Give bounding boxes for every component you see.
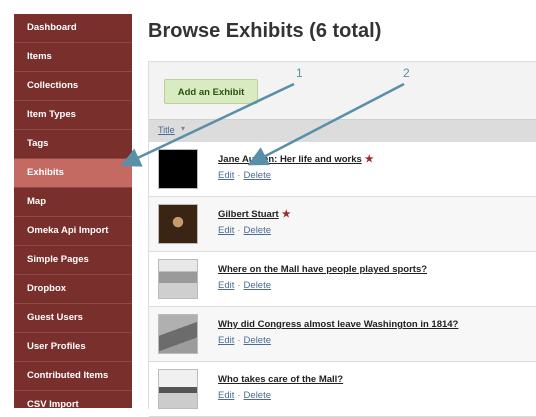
table-row: Gilbert Stuart ★ Edit · Delete — [149, 197, 536, 252]
exhibit-title[interactable]: Jane Austen: Her life and works — [218, 154, 362, 165]
exhibit-title-link[interactable]: Where on the Mall have people played spo… — [218, 264, 427, 275]
row-actions: Edit · Delete — [218, 335, 271, 346]
sidebar-item-contributed-items[interactable]: Contributed Items — [14, 362, 132, 391]
sidebar-item-tags[interactable]: Tags — [14, 130, 132, 159]
sidebar-item-csv-import[interactable]: CSV Import — [14, 391, 132, 408]
exhibit-title-link[interactable]: Why did Congress almost leave Washington… — [218, 319, 458, 330]
sidebar-item-guest-users[interactable]: Guest Users — [14, 304, 132, 333]
delete-link[interactable]: Delete — [244, 335, 271, 346]
edit-link[interactable]: Edit — [218, 170, 234, 181]
exhibits-panel: Add an Exhibit Title ▾ Jane Austen: Her … — [148, 61, 536, 417]
delete-link[interactable]: Delete — [244, 280, 271, 291]
exhibit-title[interactable]: Gilbert Stuart — [218, 209, 279, 220]
exhibit-thumbnail[interactable] — [158, 369, 198, 409]
exhibit-thumbnail[interactable] — [158, 149, 198, 189]
sidebar-item-item-types[interactable]: Item Types — [14, 101, 132, 130]
edit-link[interactable]: Edit — [218, 390, 234, 401]
exhibit-title[interactable]: Who takes care of the Mall? — [218, 374, 343, 385]
delete-link[interactable]: Delete — [244, 170, 271, 181]
row-actions: Edit · Delete — [218, 390, 271, 401]
table-row: Jane Austen: Her life and works ★ Edit · De… — [149, 142, 536, 197]
action-separator: · — [237, 390, 241, 401]
row-actions: Edit · Delete — [218, 225, 271, 236]
sidebar-item-omeka-api-import[interactable]: Omeka Api Import — [14, 217, 132, 246]
table-row: Who takes care of the Mall? Edit · Delete — [149, 362, 536, 417]
delete-link[interactable]: Delete — [244, 390, 271, 401]
sidebar-item-exhibits[interactable]: Exhibits — [14, 159, 132, 188]
exhibit-title-link[interactable]: Gilbert Stuart ★ — [218, 209, 291, 220]
table-row: Why did Congress almost leave Washington… — [149, 307, 536, 362]
sidebar-item-dashboard[interactable]: Dashboard — [14, 14, 132, 43]
edit-link[interactable]: Edit — [218, 225, 234, 236]
sidebar-item-map[interactable]: Map — [14, 188, 132, 217]
table-header: Title ▾ — [149, 119, 536, 142]
sidebar-item-simple-pages[interactable]: Simple Pages — [14, 246, 132, 275]
action-separator: · — [237, 280, 241, 291]
main-content: Browse Exhibits (6 total) Add an Exhibit… — [132, 0, 536, 417]
callout-label-2: 2 — [403, 66, 410, 80]
exhibit-list: Jane Austen: Her life and works ★ Edit · De… — [149, 142, 536, 417]
callout-label-1: 1 — [296, 66, 303, 80]
action-separator: · — [237, 225, 241, 236]
edit-link[interactable]: Edit — [218, 335, 234, 346]
exhibit-thumbnail[interactable] — [158, 259, 198, 299]
exhibit-thumbnail[interactable] — [158, 204, 198, 244]
sort-by-title-link[interactable]: Title — [158, 125, 175, 135]
add-exhibit-button[interactable]: Add an Exhibit — [164, 79, 258, 104]
sort-arrow-icon: ▾ — [181, 124, 186, 133]
delete-link[interactable]: Delete — [244, 225, 271, 236]
exhibit-thumbnail[interactable] — [158, 314, 198, 354]
action-separator: · — [237, 335, 241, 346]
sidebar-item-items[interactable]: Items — [14, 43, 132, 72]
row-actions: Edit · Delete — [218, 170, 271, 181]
table-row: Where on the Mall have people played spo… — [149, 252, 536, 307]
exhibit-title-link[interactable]: Who takes care of the Mall? — [218, 374, 343, 385]
page-title: Browse Exhibits (6 total) — [148, 20, 382, 42]
sidebar-item-collections[interactable]: Collections — [14, 72, 132, 101]
sidebar-nav: Dashboard Items Collections Item Types T… — [14, 14, 132, 408]
exhibit-title-link[interactable]: Jane Austen: Her life and works ★ — [218, 154, 374, 165]
sidebar-item-dropbox[interactable]: Dropbox — [14, 275, 132, 304]
row-actions: Edit · Delete — [218, 280, 271, 291]
exhibit-title[interactable]: Where on the Mall have people played spo… — [218, 264, 427, 275]
featured-star-icon: ★ — [281, 209, 291, 220]
featured-star-icon: ★ — [364, 154, 374, 165]
edit-link[interactable]: Edit — [218, 280, 234, 291]
exhibit-title[interactable]: Why did Congress almost leave Washington… — [218, 319, 458, 330]
sidebar-item-user-profiles[interactable]: User Profiles — [14, 333, 132, 362]
action-separator: · — [237, 170, 241, 181]
